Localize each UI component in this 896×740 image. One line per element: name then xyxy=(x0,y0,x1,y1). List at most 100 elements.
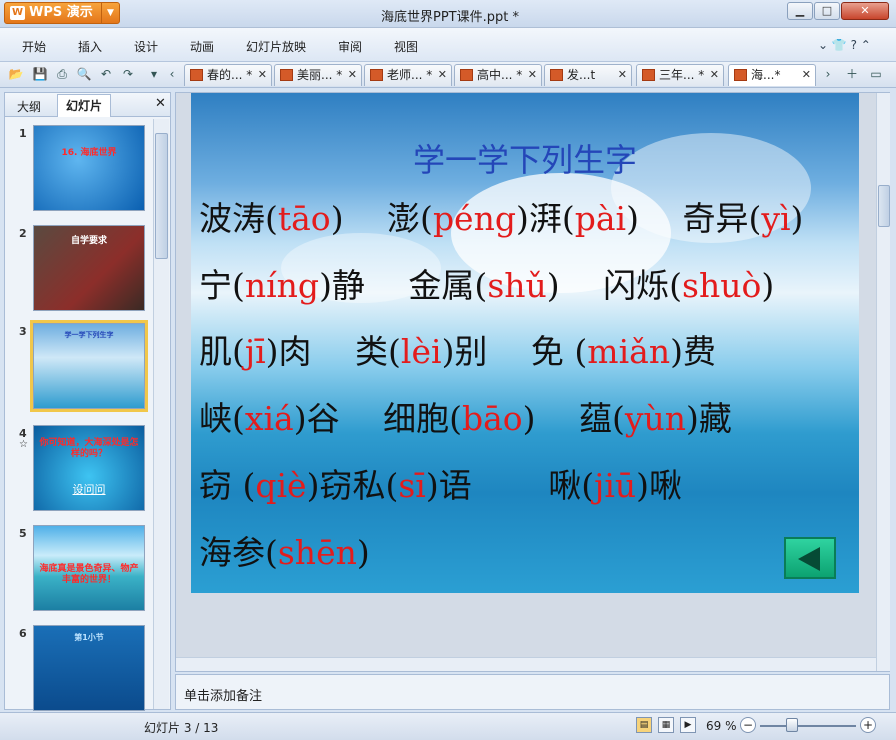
back-button[interactable] xyxy=(784,537,836,579)
hanzi-text: )别 免 ( xyxy=(441,332,588,371)
pinyin: xiá xyxy=(244,399,294,438)
hanzi-text: ) 澎( xyxy=(330,199,433,238)
hanzi-text: ) 奇异( xyxy=(626,199,762,238)
customize-dropdown-icon[interactable]: ▾ xyxy=(146,66,162,82)
wps-logo-icon: W xyxy=(10,6,25,20)
doc-tab[interactable]: 春的... * ✕ xyxy=(184,64,272,86)
close-window-button[interactable]: ✕ xyxy=(841,2,889,20)
thumb-number: 2 xyxy=(19,227,27,240)
slide-thumbnail[interactable]: 你可知道，大海深处是怎样的吗？ 设问问 xyxy=(33,425,145,511)
pinyin: shǔ xyxy=(487,266,547,305)
print-icon[interactable]: ⎙ xyxy=(54,66,70,82)
notes-pane[interactable]: 单击添加备注 xyxy=(175,674,890,710)
ppt-file-icon xyxy=(642,69,655,81)
vocab-line: 海参(shēn) xyxy=(199,533,370,573)
maximize-button[interactable]: □ xyxy=(814,2,840,20)
undo-icon[interactable]: ↶ xyxy=(98,66,114,82)
pinyin: níng xyxy=(244,266,320,305)
close-tab-icon[interactable]: ✕ xyxy=(258,65,267,85)
menu-animation[interactable]: 动画 xyxy=(190,38,214,55)
pinyin: péng xyxy=(432,199,516,238)
menu-design[interactable]: 设计 xyxy=(134,38,158,55)
hanzi-text: ) 闪烁( xyxy=(546,266,683,305)
close-tab-icon[interactable]: ✕ xyxy=(618,65,627,85)
pinyin: jī xyxy=(244,332,266,371)
tab-slides[interactable]: 幻灯片 xyxy=(57,94,112,117)
redo-icon[interactable]: ↷ xyxy=(120,66,136,82)
hanzi-text: )肉 类( xyxy=(265,332,401,371)
slide-canvas[interactable]: 学一学下列生字 波涛(tāo) 澎(péng)湃(pài) 奇异(yì) 宁(n… xyxy=(191,93,859,593)
slide-vertical-scrollbar[interactable] xyxy=(876,93,890,671)
new-tab-icon[interactable]: ＋ xyxy=(844,66,860,82)
pinyin: yùn xyxy=(624,399,687,438)
slide-thumbnail[interactable]: 第1小节 xyxy=(33,625,145,711)
ppt-file-icon xyxy=(370,69,383,81)
hanzi-text: ) xyxy=(790,199,804,238)
slide-horizontal-scrollbar[interactable] xyxy=(176,657,876,671)
hanzi-text: )语 啾( xyxy=(425,466,595,505)
title-bar: W WPS 演示 ▼ 海底世界PPT课件.ppt * ▁ □ ✕ xyxy=(0,0,896,28)
slide-thumbnail[interactable]: 海底真是景色奇异、物产丰富的世界！ xyxy=(33,525,145,611)
pinyin: tāo xyxy=(277,199,331,238)
close-tab-icon[interactable]: ✕ xyxy=(528,65,537,85)
menu-view[interactable]: 视图 xyxy=(394,38,418,55)
doc-tab[interactable]: 高中... * ✕ xyxy=(454,64,542,86)
minimize-button[interactable]: ▁ xyxy=(787,2,813,20)
close-tab-icon[interactable]: ✕ xyxy=(802,65,811,85)
slideshow-icon[interactable]: ▶ xyxy=(680,717,696,733)
save-icon[interactable]: 💾 xyxy=(32,66,48,82)
vocab-line: 肌(jī)肉 类(lèi)别 免 (miǎn)费 xyxy=(199,332,716,372)
hanzi-text: )静 金属( xyxy=(319,266,488,305)
hanzi-text: )啾 xyxy=(636,466,683,505)
hanzi-text: ) xyxy=(356,533,370,572)
slide-thumbnail-selected[interactable]: 学一学下列生字 xyxy=(30,320,148,412)
slide-thumbnail[interactable]: 16. 海底世界 xyxy=(33,125,145,211)
tab-outline[interactable]: 大纲 xyxy=(9,96,49,117)
close-tab-icon[interactable]: ✕ xyxy=(348,65,357,85)
hanzi-text: 宁( xyxy=(199,266,245,305)
hanzi-text: )湃( xyxy=(515,199,575,238)
vocab-line: 峡(xiá)谷 细胞(bāo) 蕴(yùn)藏 xyxy=(199,399,732,439)
tab-scroll-left-icon[interactable]: ‹ xyxy=(164,66,180,82)
zoom-level[interactable]: 69 % xyxy=(706,719,737,733)
wps-menu-button[interactable]: W WPS 演示 ▼ xyxy=(4,2,120,24)
slide-sorter-icon[interactable]: ▦ xyxy=(658,717,674,733)
print-preview-icon[interactable]: 🔍 xyxy=(76,66,92,82)
menu-review[interactable]: 审阅 xyxy=(338,38,362,55)
doc-tab[interactable]: 三年... * ✕ xyxy=(636,64,724,86)
doc-tab[interactable]: 发...t ✕ xyxy=(544,64,632,86)
thumbnails-scrollbar[interactable] xyxy=(153,119,169,709)
close-tab-icon[interactable]: ✕ xyxy=(710,65,719,85)
slide-editor: 学一学下列生字 波涛(tāo) 澎(péng)湃(pài) 奇异(yì) 宁(n… xyxy=(175,92,890,672)
doc-tab[interactable]: 老师... * ✕ xyxy=(364,64,452,86)
close-tab-icon[interactable]: ✕ xyxy=(438,65,447,85)
doc-tab-active[interactable]: 海...* ✕ xyxy=(728,64,816,86)
menu-insert[interactable]: 插入 xyxy=(78,38,102,55)
pinyin: jiū xyxy=(594,466,637,505)
doc-tab[interactable]: 美丽... * ✕ xyxy=(274,64,362,86)
zoom-in-icon[interactable]: + xyxy=(860,717,876,733)
zoom-out-icon[interactable]: − xyxy=(740,717,756,733)
pinyin: bāo xyxy=(461,399,523,438)
scrollbar-thumb[interactable] xyxy=(155,133,168,259)
menu-start[interactable]: 开始 xyxy=(22,38,46,55)
zoom-slider-handle[interactable] xyxy=(786,718,798,732)
status-bar: 幻灯片 3 / 13 ▤ ▦ ▶ 69 % − + xyxy=(0,712,896,740)
ppt-file-icon xyxy=(190,69,203,81)
slide-thumbnail[interactable]: 自学要求 xyxy=(33,225,145,311)
scrollbar-thumb[interactable] xyxy=(878,185,890,227)
back-arrow-icon xyxy=(798,547,820,571)
normal-view-icon[interactable]: ▤ xyxy=(636,717,652,733)
thumb-number: 3 xyxy=(19,325,27,338)
hanzi-text: )费 xyxy=(670,332,716,371)
menu-slideshow[interactable]: 幻灯片放映 xyxy=(246,38,306,55)
hanzi-text: 海参( xyxy=(199,533,278,572)
tab-scroll-right-icon[interactable]: › xyxy=(820,66,836,82)
tab-list-icon[interactable]: ▭ xyxy=(868,66,884,82)
open-folder-icon[interactable]: 📂 xyxy=(8,66,24,82)
hanzi-text: 窃 ( xyxy=(199,466,256,505)
close-icon[interactable]: ✕ xyxy=(155,96,166,111)
pinyin: yì xyxy=(761,199,791,238)
ribbon-options-icons[interactable]: ⌄ 👕 ? ⌃ xyxy=(818,38,871,52)
zoom-slider-track[interactable] xyxy=(760,725,856,727)
